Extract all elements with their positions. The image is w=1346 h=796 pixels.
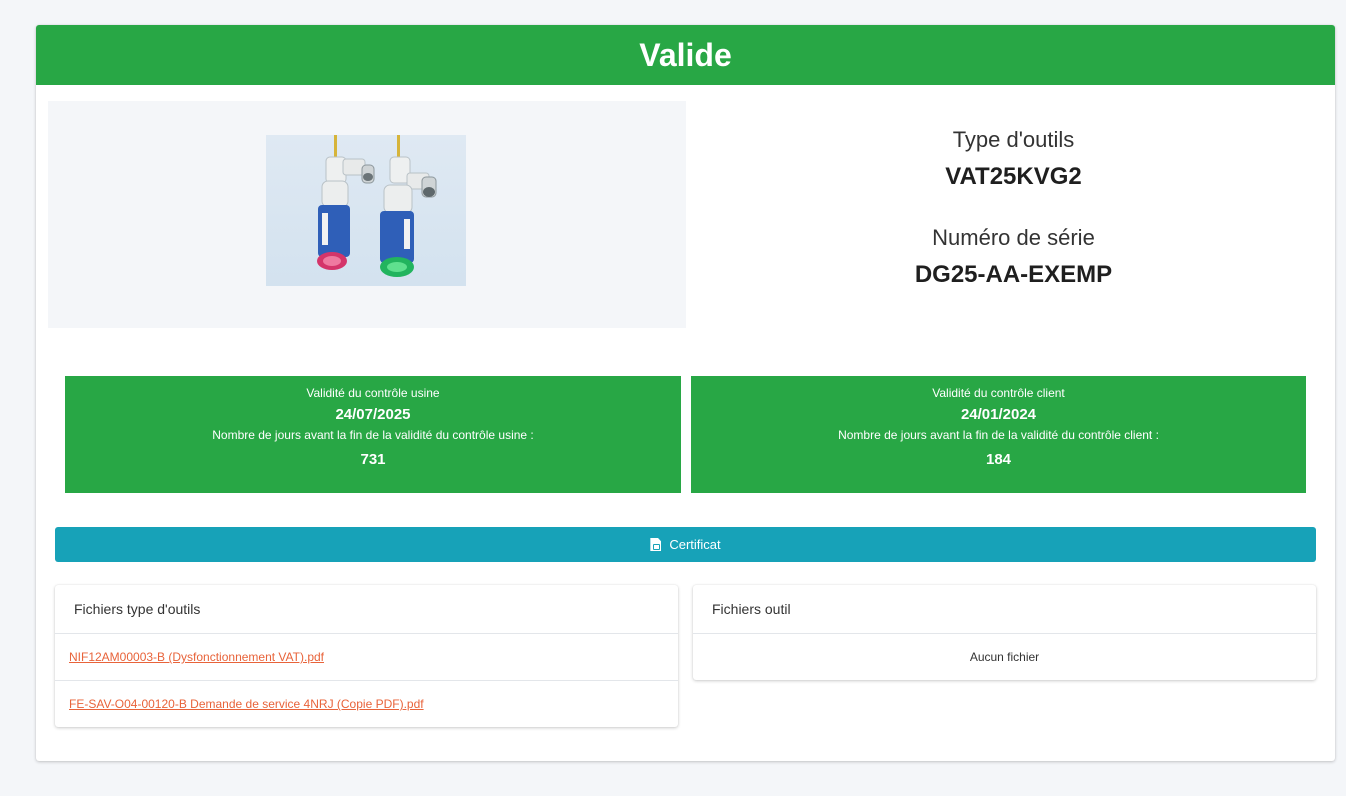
product-image-panel <box>48 101 686 328</box>
client-control-title: Validité du contrôle client <box>932 386 1065 400</box>
tool-type-files-header: Fichiers type d'outils <box>55 585 678 634</box>
client-control-box: Validité du contrôle client 24/01/2024 N… <box>691 376 1306 493</box>
factory-days-label: Nombre de jours avant la fin de la valid… <box>212 428 534 442</box>
certificate-button[interactable]: Certificat <box>55 527 1316 562</box>
product-photo <box>266 135 466 286</box>
client-control-date: 24/01/2024 <box>960 406 1037 423</box>
file-link[interactable]: NIF12AM00003-B (Dysfonctionnement VAT).p… <box>69 650 324 664</box>
client-days-label: Nombre de jours avant la fin de la valid… <box>838 428 1159 442</box>
factory-days-value: 731 <box>360 451 386 468</box>
status-header: Valide <box>36 25 1335 85</box>
factory-control-box: Validité du contrôle usine 24/07/2025 No… <box>65 376 681 493</box>
client-days-value: 184 <box>985 451 1012 468</box>
factory-control-date: 24/07/2025 <box>335 406 411 423</box>
tool-files-card: Fichiers outil Aucun fichier <box>693 585 1316 680</box>
no-files-message: Aucun fichier <box>969 650 1040 664</box>
serial-number-label: Numéro de série <box>932 225 1095 250</box>
serial-number-value: DG25-AA-EXEMP <box>914 261 1113 288</box>
factory-control-title: Validité du contrôle usine <box>306 386 440 400</box>
certificate-button-label: Certificat <box>669 537 721 552</box>
tool-type-label: Type d'outils <box>952 127 1075 152</box>
list-item: NIF12AM00003-B (Dysfonctionnement VAT).p… <box>55 634 678 681</box>
tool-files-header: Fichiers outil <box>693 585 1316 634</box>
file-link[interactable]: FE-SAV-O04-00120-B Demande de service 4N… <box>69 697 424 711</box>
tool-info-panel: Type d'outils VAT25KVG2 Numéro de série … <box>704 125 1323 291</box>
tool-type-files-card: Fichiers type d'outils NIF12AM00003-B (D… <box>55 585 678 727</box>
list-item: FE-SAV-O04-00120-B Demande de service 4N… <box>55 681 678 727</box>
file-pdf-icon <box>650 538 662 551</box>
tool-status-card: Valide Type d'outils VAT25KVG2 Numéro de… <box>36 25 1335 761</box>
tool-type-value: VAT25KVG2 <box>945 163 1082 190</box>
